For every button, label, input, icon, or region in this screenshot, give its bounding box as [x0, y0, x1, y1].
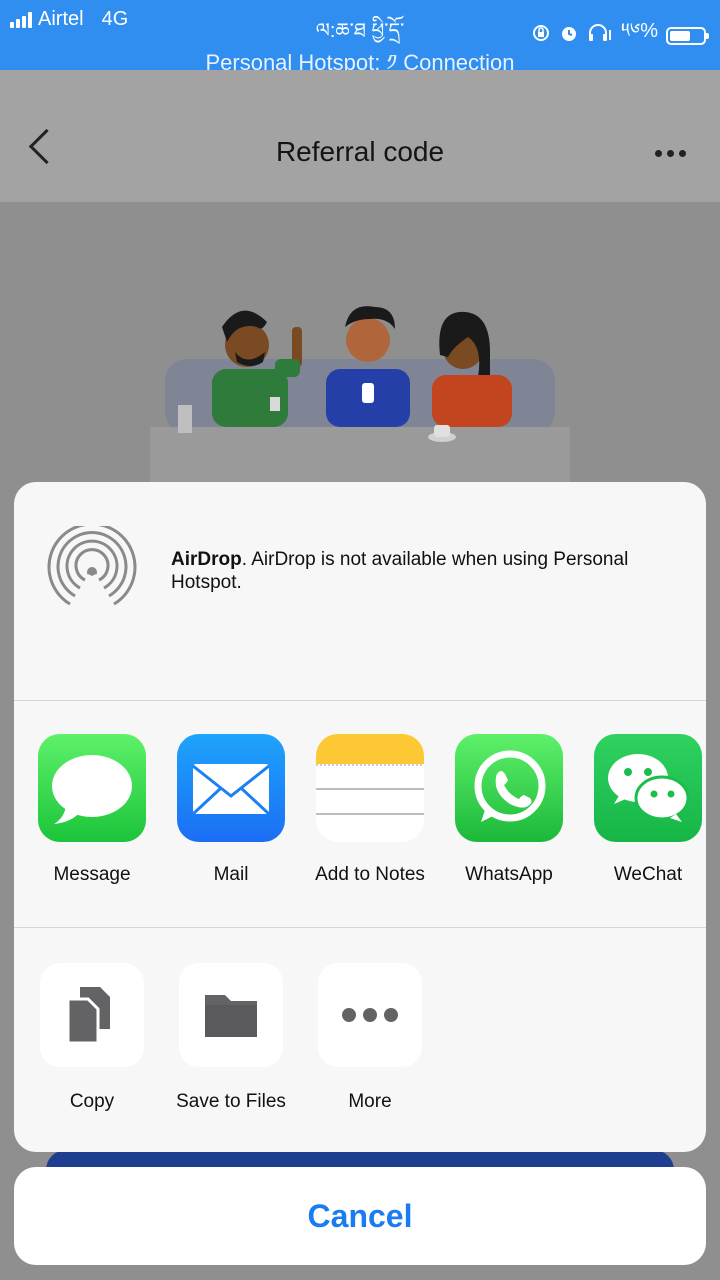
copy-icon: [40, 963, 144, 1067]
referral-illustration: [150, 306, 570, 482]
share-app-label: Mail: [213, 864, 249, 885]
share-app-notes[interactable]: Add to Notes: [310, 734, 430, 886]
cancel-button[interactable]: Cancel: [14, 1167, 706, 1265]
nav-bar: Referral code: [0, 70, 720, 202]
share-app-wechat[interactable]: WeChat: [588, 734, 706, 886]
share-actions-row: Copy Save to Files More: [14, 928, 706, 1152]
mail-app-icon: [177, 734, 285, 842]
more-icon: [318, 963, 422, 1067]
share-app-whatsapp[interactable]: WhatsApp: [449, 734, 569, 886]
action-label: Save to Files: [176, 1091, 286, 1112]
airdrop-title: AirDrop: [171, 549, 242, 570]
wechat-app-icon: [594, 734, 702, 842]
airdrop-section[interactable]: AirDrop. AirDrop is not available when u…: [14, 482, 706, 701]
action-label: More: [348, 1091, 392, 1112]
share-apps-row: Message Mail Add to Notes WhatsApp WeCha…: [14, 701, 706, 928]
action-more[interactable]: More: [300, 963, 440, 1113]
action-copy[interactable]: Copy: [22, 963, 162, 1113]
action-save-to-files[interactable]: Save to Files: [161, 963, 301, 1113]
share-app-label: WhatsApp: [465, 864, 553, 885]
notes-app-icon: [316, 734, 424, 842]
page-title: Referral code: [275, 136, 445, 167]
share-app-label: Message: [53, 864, 131, 885]
share-app-message[interactable]: Message: [32, 734, 152, 886]
airdrop-message: AirDrop. AirDrop is not available when u…: [171, 548, 681, 594]
share-app-label: Add to Notes: [315, 864, 425, 885]
action-label: Copy: [69, 1091, 115, 1112]
whatsapp-app-icon: [455, 734, 563, 842]
share-app-label: WeChat: [613, 864, 683, 885]
folder-icon: [179, 963, 283, 1067]
more-options-icon[interactable]: [655, 150, 686, 157]
status-bar: Airtel 4G ལ:ཆ་ཐ ཕྱི་དྲོ་ ༥༦% Personal Ho…: [0, 0, 720, 75]
share-sheet: AirDrop. AirDrop is not available when u…: [14, 482, 706, 1152]
message-app-icon: [38, 734, 146, 842]
share-app-mail[interactable]: Mail: [171, 734, 291, 886]
airdrop-icon: [47, 526, 137, 608]
